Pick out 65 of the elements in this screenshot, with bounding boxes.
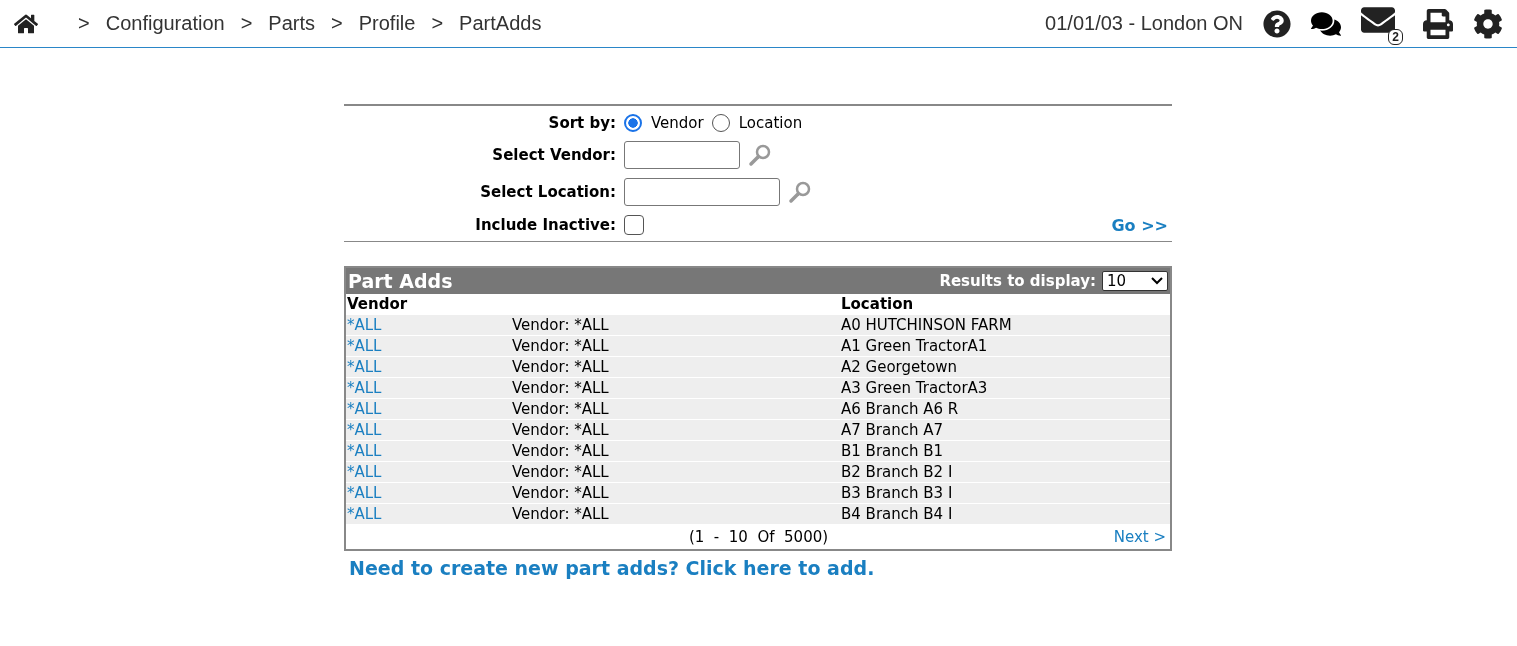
table-title: Part Adds [348, 270, 453, 292]
next-link[interactable]: Next > [1113, 528, 1166, 546]
table-cell-text: B4 Branch B4 I [840, 505, 954, 523]
table-cell-text: Vendor: *ALL [511, 484, 610, 502]
table-cell-text: A6 Branch A6 R [840, 400, 960, 418]
table-cell-text: Vendor: *ALL [511, 316, 610, 334]
pagination-text: (1 - 10 Of 5000) [687, 528, 829, 546]
search-icon[interactable] [748, 143, 772, 167]
breadcrumb-separator: > [240, 12, 253, 35]
search-icon[interactable] [788, 180, 812, 204]
radio-button[interactable] [624, 114, 642, 132]
create-link[interactable]: Need to create new part adds? Click here to add. [349, 557, 875, 579]
table-cell-text: Vendor: *ALL [511, 358, 610, 376]
caret-icon [1151, 277, 1163, 285]
column-header: Vendor [346, 295, 409, 313]
vendor-link[interactable]: *ALL [346, 316, 511, 334]
vendor-link[interactable]: *ALL [346, 400, 511, 418]
vendor-link[interactable]: *ALL [346, 505, 511, 523]
vendor-link[interactable]: *ALL [346, 358, 511, 376]
table-cell-text: B2 Branch B2 I [840, 463, 954, 481]
table-cell-text: Vendor: *ALL [511, 337, 610, 355]
results-select[interactable]: 10 [1102, 271, 1168, 291]
table-cell-text: A0 HUTCHINSON FARM [840, 316, 1013, 334]
mail-count-badge: 2 [1388, 28, 1403, 45]
vendor-input-field[interactable] [624, 141, 740, 169]
vendor-link[interactable]: *ALL [346, 421, 511, 439]
table-cell-text: Vendor: *ALL [511, 400, 610, 418]
table-cell-text: A2 Georgetown [840, 358, 959, 376]
location-input-field[interactable] [624, 178, 780, 206]
table-cell-text: Vendor: *ALL [511, 442, 610, 460]
table-cell-text: Vendor: *ALL [511, 463, 610, 481]
sort-label: Sort by: [547, 114, 617, 132]
table-cell-text: Vendor: *ALL [511, 505, 610, 523]
vendor-label: Select Vendor: [491, 146, 617, 164]
vendor-link[interactable]: *ALL [346, 484, 511, 502]
table-cell-text: A7 Branch A7 [840, 421, 945, 439]
table-cell-text: Vendor: *ALL [511, 379, 610, 397]
table-cell-text: A3 Green TractorA3 [840, 379, 989, 397]
go-link[interactable]: Go >> [1111, 215, 1172, 235]
help-icon[interactable] [1263, 9, 1291, 38]
breadcrumb-separator: > [331, 12, 343, 35]
table-cell-text: A1 Green TractorA1 [840, 337, 989, 355]
vendor-link[interactable]: *ALL [346, 442, 511, 460]
table-cell-text: B3 Branch B3 I [840, 484, 954, 502]
vendor-link[interactable]: *ALL [346, 337, 511, 355]
radio-button[interactable] [711, 114, 730, 132]
location-label: Select Location: [479, 183, 617, 201]
breadcrumb-link[interactable]: Parts [268, 12, 316, 35]
vendor-link[interactable]: *ALL [346, 463, 511, 481]
radio-label: Vendor [650, 114, 704, 132]
date-location: 01/01/03 - London ON [1045, 12, 1243, 35]
table-cell-text: B1 Branch B1 [840, 442, 945, 460]
table-cell-text: Vendor: *ALL [511, 421, 610, 439]
column-header: Location [840, 295, 915, 313]
breadcrumb-separator: > [431, 12, 444, 35]
vendor-link[interactable]: *ALL [346, 379, 511, 397]
breadcrumb-link[interactable]: Profile [358, 12, 416, 35]
breadcrumb-link[interactable]: PartAdds [459, 12, 542, 35]
results-label: Results to display: [939, 272, 1096, 290]
radio-label: Location [737, 114, 803, 132]
breadcrumb-link[interactable]: Configuration [105, 12, 225, 35]
inactive-label: Include Inactive: [474, 216, 617, 234]
print-icon[interactable] [1423, 8, 1453, 39]
breadcrumb-separator: > [78, 12, 90, 35]
settings-icon[interactable] [1473, 8, 1503, 39]
